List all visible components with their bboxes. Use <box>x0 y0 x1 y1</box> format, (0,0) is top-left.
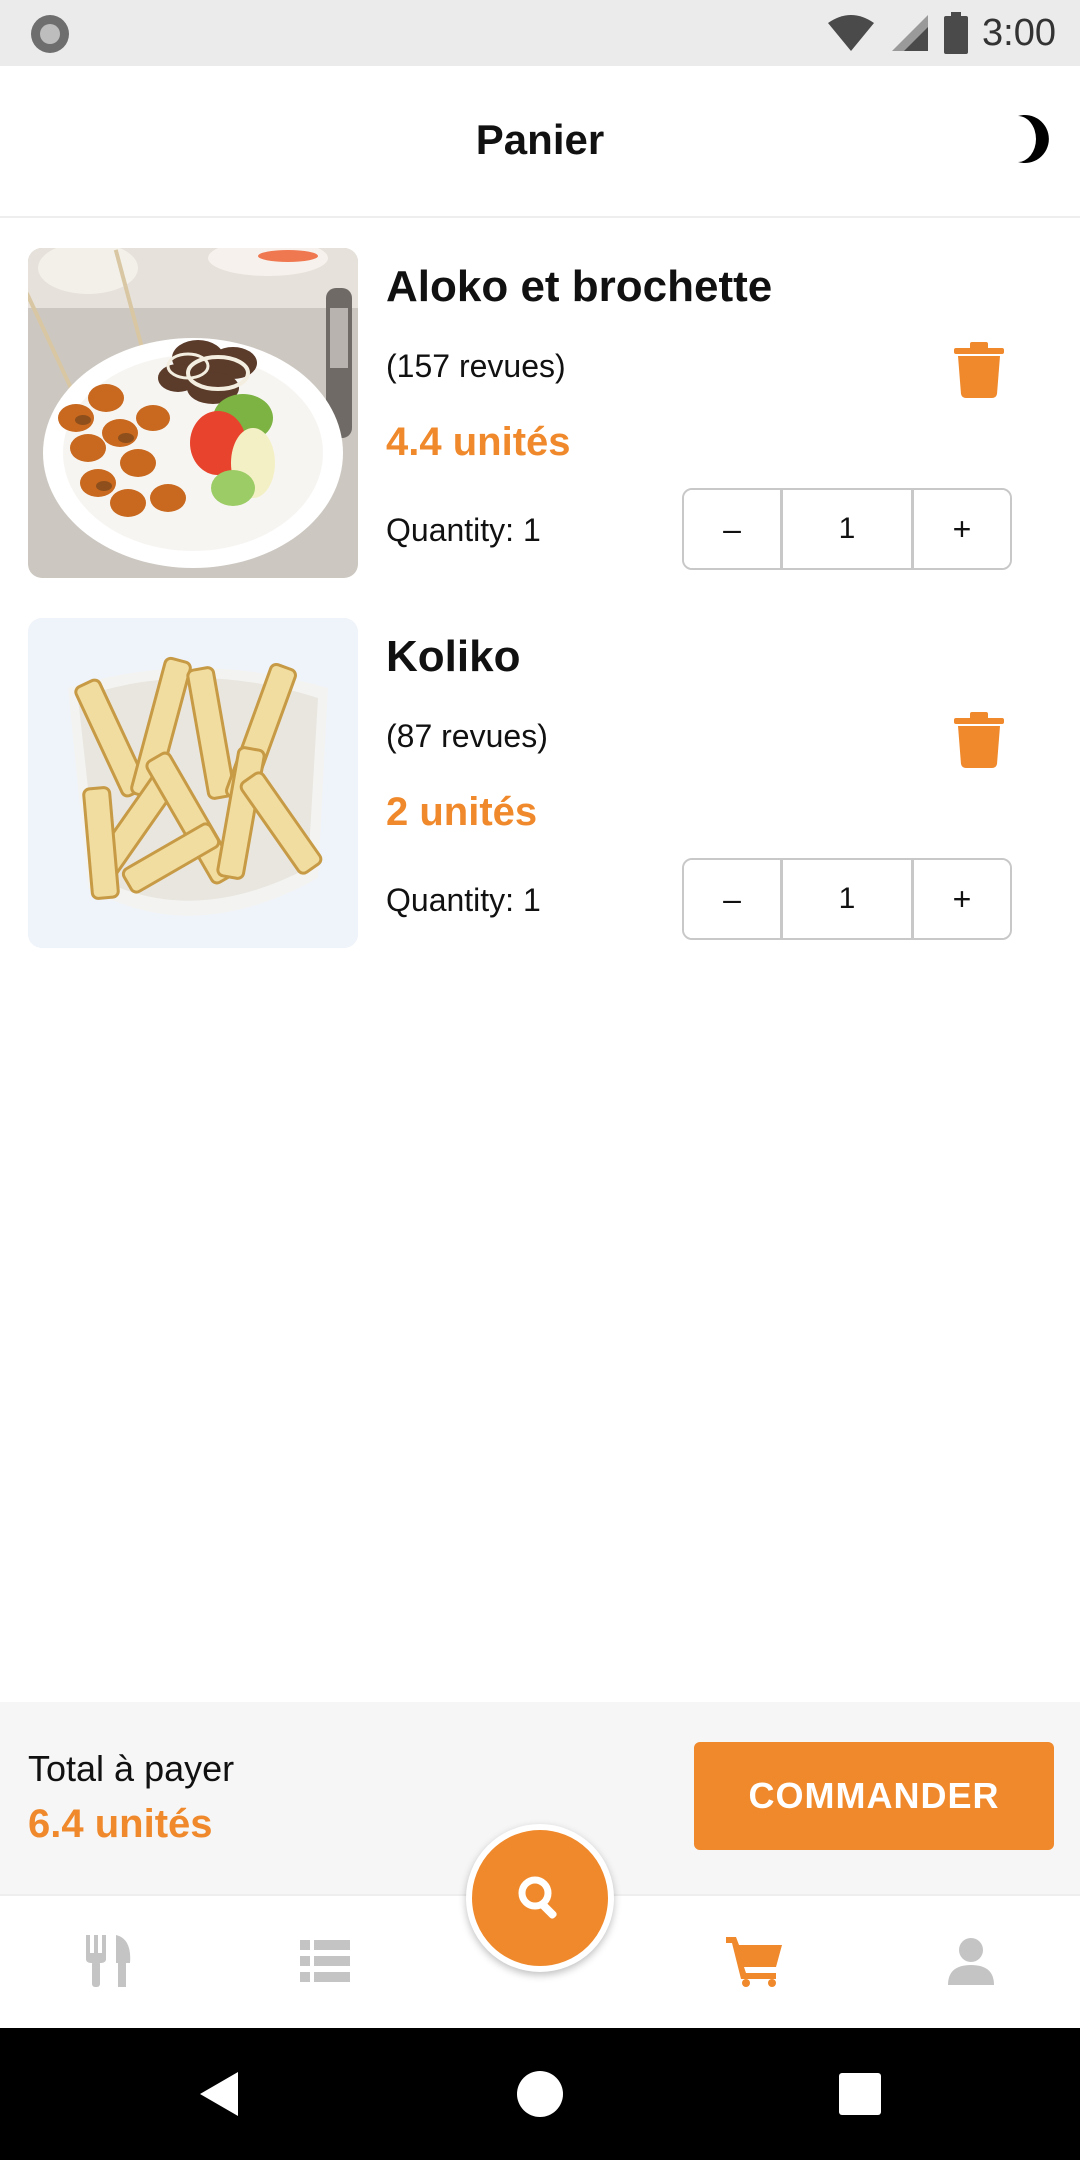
page-title: Panier <box>475 116 605 163</box>
list-icon <box>300 1940 350 1982</box>
increment-button[interactable]: + <box>914 860 1010 938</box>
item-quantity-label: Quantity: 1 <box>386 882 541 918</box>
nav-list[interactable] <box>290 1926 360 1996</box>
system-nav-bar <box>0 2028 1080 2160</box>
cart-item: Aloko et brochette (157 revues) 4.4 unit… <box>0 248 1080 580</box>
order-button[interactable]: COMMANDER <box>694 1742 1054 1850</box>
recents-square-icon <box>839 2073 881 2115</box>
search-fab-button[interactable] <box>466 1824 614 1972</box>
item-reviews: (87 revues) <box>386 718 548 754</box>
quantity-value: 1 <box>780 860 914 938</box>
status-time: 3:00 <box>982 11 1056 54</box>
quantity-stepper: – 1 + <box>682 858 1012 940</box>
item-name: Aloko et brochette <box>386 262 773 311</box>
item-quantity-label: Quantity: 1 <box>386 512 541 548</box>
nav-cart[interactable] <box>720 1926 790 1996</box>
wifi-icon <box>828 15 875 51</box>
search-icon <box>518 1876 557 1919</box>
status-bar: 3:00 <box>0 0 1080 66</box>
nav-profile[interactable] <box>936 1926 1006 1996</box>
item-reviews: (157 revues) <box>386 348 566 384</box>
signal-icon <box>892 15 929 51</box>
koliko-photo <box>28 618 358 948</box>
nav-menu[interactable] <box>74 1926 144 1996</box>
notification-dot-icon <box>31 15 69 53</box>
trash-icon[interactable] <box>954 342 1004 398</box>
quantity-stepper: – 1 + <box>682 488 1012 570</box>
decrement-button[interactable]: – <box>684 490 780 568</box>
app-root: 3:00 Panier Aloko et brochette (157 revu… <box>0 0 1080 2160</box>
item-price: 4.4 unités <box>386 420 571 464</box>
cart-item: Koliko (87 revues) 2 unités Quantity: 1 … <box>0 618 1080 950</box>
increment-button[interactable]: + <box>914 490 1010 568</box>
home-circle-icon <box>517 2071 563 2117</box>
recents-button[interactable] <box>830 2064 890 2124</box>
back-button[interactable] <box>190 2064 250 2124</box>
decrement-button[interactable]: – <box>684 860 780 938</box>
quantity-value: 1 <box>780 490 914 568</box>
moon-icon[interactable] <box>998 112 1052 166</box>
battery-icon <box>944 12 969 54</box>
cart-icon <box>726 1937 782 1987</box>
home-button[interactable] <box>510 2064 570 2124</box>
item-name: Koliko <box>386 632 521 681</box>
trash-icon[interactable] <box>954 712 1004 768</box>
user-icon <box>948 1938 994 1985</box>
fork-knife-icon <box>86 1935 131 1987</box>
status-icons: 3:00 <box>826 8 1056 58</box>
total-label: Total à payer <box>28 1748 235 1789</box>
back-triangle-icon <box>200 2072 238 2116</box>
item-price: 2 unités <box>386 790 538 834</box>
total-amount: 6.4 unités <box>28 1802 213 1846</box>
app-header: Panier <box>0 66 1080 218</box>
aloko-et-brochette-photo <box>28 248 358 578</box>
